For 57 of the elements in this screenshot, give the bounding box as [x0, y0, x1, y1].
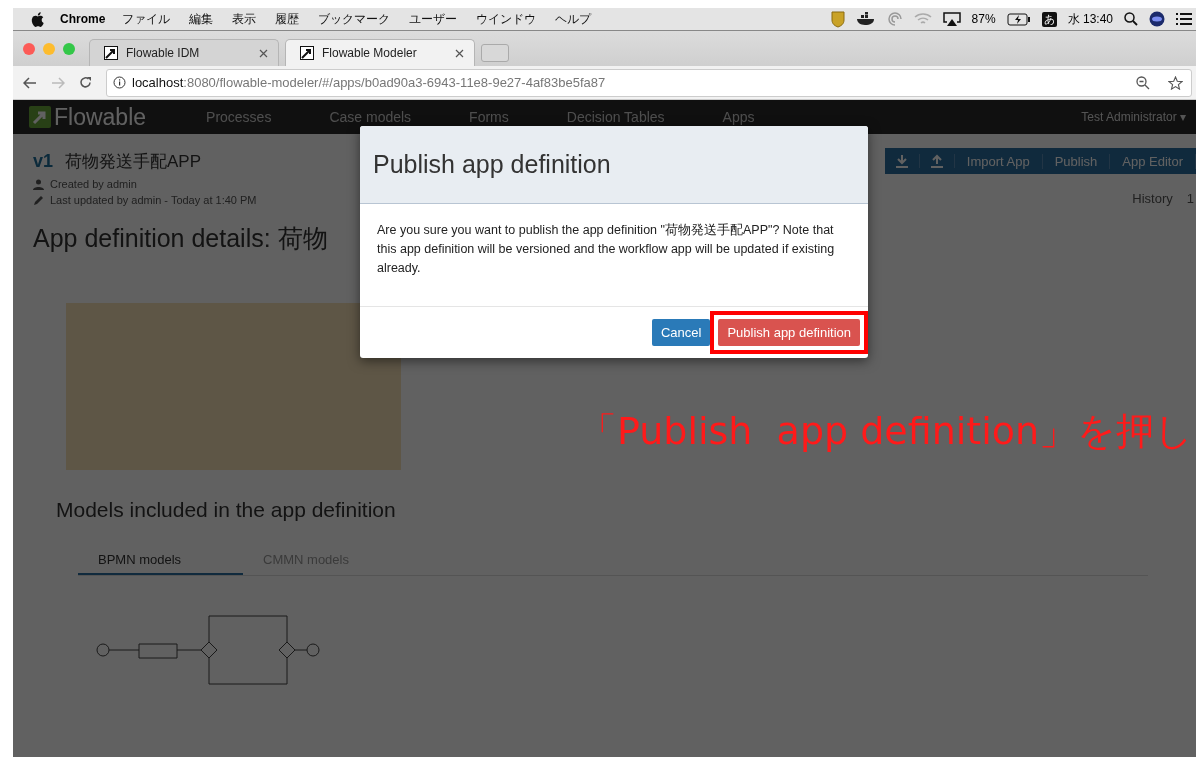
favicon-icon — [300, 46, 314, 60]
cancel-button[interactable]: Cancel — [651, 319, 711, 346]
toolbar-button[interactable]: App Editor — [1110, 153, 1196, 169]
menu-item[interactable]: ヘルプ — [555, 10, 592, 28]
menu-item[interactable]: ウインドウ — [476, 10, 537, 28]
toolbar-button[interactable]: Publish — [1042, 153, 1111, 169]
airplay-icon[interactable] — [942, 12, 961, 26]
user-icon — [33, 178, 44, 190]
annotation-text: 「Publish app definition」を押し — [579, 408, 1194, 455]
tab-title: Flowable IDM — [126, 46, 201, 60]
app-name: 荷物発送手配APP — [65, 150, 202, 173]
user-menu[interactable]: Test Administrator ▾ — [1081, 110, 1186, 124]
search-icon[interactable] — [1124, 12, 1138, 26]
menu-item[interactable]: ユーザー — [409, 10, 458, 28]
tab-title: Flowable Modeler — [322, 46, 418, 60]
favicon-icon — [104, 46, 118, 60]
url-text: localhost:8080/flowable-modeler/#/apps/b0ad90a3-6943-11e8-9e27-4af83be5fa87 — [132, 75, 606, 90]
info-icon[interactable] — [113, 76, 126, 89]
history-link[interactable]: History — [1132, 190, 1173, 206]
menu-item[interactable]: ファイル — [122, 10, 171, 28]
updated-text: Last updated by admin - Today at 1:40 PM — [50, 194, 257, 206]
shield-icon[interactable] — [830, 10, 845, 28]
dialog-title: Publish app definition — [360, 126, 868, 204]
address-field[interactable]: localhost:8080/flowable-modeler/#/apps/b0ad90a3-6943-11e8-9e27-4af83be5fa87 — [106, 68, 1192, 97]
details-title: App definition details: 荷物 — [33, 223, 328, 254]
close-icon[interactable] — [259, 48, 268, 58]
battery-icon[interactable] — [1006, 12, 1031, 26]
created-text: Created by admin — [50, 178, 137, 190]
pencil-icon — [33, 194, 44, 206]
browser-tab[interactable]: Flowable Modeler — [285, 39, 475, 66]
app-menu[interactable]: Chrome — [60, 12, 106, 26]
close-icon[interactable] — [455, 48, 464, 58]
history-count: 1 — [1186, 190, 1194, 206]
clock[interactable]: 水 13:40 — [1067, 10, 1113, 28]
whale-icon[interactable] — [855, 12, 876, 26]
reload-icon[interactable] — [79, 76, 92, 89]
models-heading: Models included in the app definition — [56, 498, 397, 522]
apple-icon[interactable] — [31, 11, 44, 27]
menu-item[interactable]: 表示 — [232, 10, 257, 28]
browser-tab[interactable]: Flowable IDM — [89, 39, 279, 66]
siri-icon[interactable] — [1149, 11, 1165, 27]
zoom-out-icon[interactable] — [1136, 75, 1150, 90]
toolbar-button[interactable]: Import App — [954, 153, 1043, 169]
menu-item[interactable]: ブックマーク — [318, 10, 391, 28]
brand-logo[interactable]: Flowable — [29, 103, 147, 131]
menu-item[interactable]: 編集 — [189, 10, 214, 28]
star-icon[interactable] — [1168, 75, 1183, 90]
dialog-message: Are you sure you want to publish the app definition "荷物発送手配APP"? Note that this app definition will be versioned and the workflow app will be updated if existing already. — [360, 204, 868, 307]
version-label: v1 — [33, 150, 54, 172]
publish-button[interactable]: Publish app definition — [718, 319, 860, 346]
list-icon[interactable] — [1176, 13, 1192, 25]
model-tab[interactable]: BPMN models — [78, 546, 243, 575]
battery-percent: 87% — [971, 12, 996, 26]
input-mode-indicator[interactable]: あ — [1041, 11, 1057, 27]
menu-item[interactable]: 履歴 — [275, 10, 300, 28]
back-icon[interactable] — [23, 76, 37, 89]
app-thumbnail[interactable] — [66, 303, 401, 470]
